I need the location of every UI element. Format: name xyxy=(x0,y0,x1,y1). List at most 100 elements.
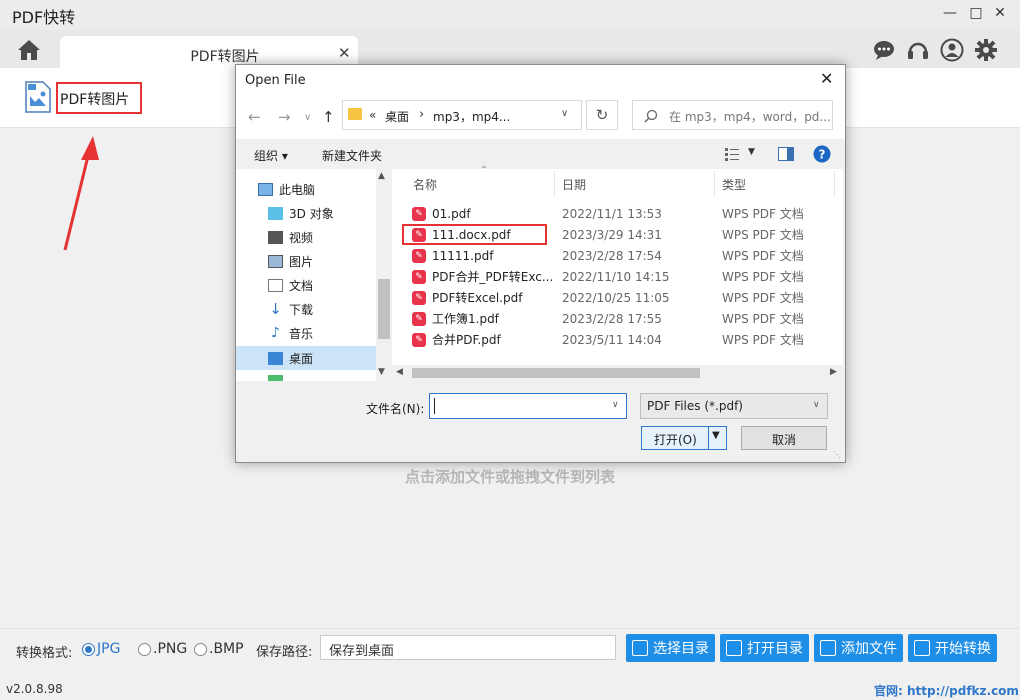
scroll-right-icon[interactable]: ▶ xyxy=(830,367,837,377)
resize-grip-icon[interactable]: ⋱ xyxy=(833,450,841,459)
filename-input[interactable]: ∨ xyxy=(429,393,627,419)
view-dropdown-icon[interactable]: ▼ xyxy=(748,147,755,157)
file-type-filter[interactable]: PDF Files (*.pdf) ∨ xyxy=(640,393,828,419)
pdf-file-icon: ✎ xyxy=(412,206,426,221)
format-radio-png[interactable]: .PNG xyxy=(138,640,187,658)
column-header-type[interactable]: 类型 xyxy=(722,176,746,193)
picture-icon xyxy=(268,254,283,268)
document-icon xyxy=(268,278,283,292)
chat-icon[interactable] xyxy=(872,38,896,62)
preview-pane-icon[interactable] xyxy=(778,147,794,161)
minimize-icon[interactable]: — xyxy=(940,5,960,25)
recent-dropdown-icon[interactable]: ∨ xyxy=(304,112,311,123)
view-mode-icon[interactable] xyxy=(724,147,740,161)
sort-indicator-icon: ⌃ xyxy=(480,165,489,176)
horizontal-scrollbar[interactable]: ◀ ▶ xyxy=(392,365,843,381)
split-dropdown-icon[interactable]: ▼ xyxy=(712,430,720,441)
open-directory-button[interactable]: 打开目录 xyxy=(720,634,809,662)
dialog-title-bar xyxy=(236,65,845,95)
forward-arrow-icon[interactable]: → xyxy=(278,108,291,126)
gear-icon[interactable] xyxy=(974,38,998,62)
format-radio-bmp[interactable]: .BMP xyxy=(194,640,244,658)
pdf-file-icon: ✎ xyxy=(412,311,426,326)
pdf-file-icon: ✎ xyxy=(412,290,426,305)
app-title: PDF快转 xyxy=(12,8,76,27)
cancel-button[interactable]: 取消 xyxy=(741,426,827,450)
column-header-date[interactable]: 日期 xyxy=(562,176,586,193)
refresh-icon[interactable]: ↻ xyxy=(586,100,618,130)
annotation-arrow xyxy=(63,136,99,251)
music-icon: ♪ xyxy=(271,324,280,341)
column-divider xyxy=(834,171,835,197)
file-row[interactable]: ✎ 111.docx.pdf 2023/3/29 14:31 WPS PDF 文档 xyxy=(412,224,852,245)
tab-close-icon[interactable]: ✕ xyxy=(338,44,351,62)
open-button[interactable]: 打开(O) ▼ xyxy=(641,426,727,450)
status-bar xyxy=(0,678,1020,700)
organize-menu[interactable]: 组织 ▾ xyxy=(254,147,288,164)
chevron-down-icon[interactable]: ∨ xyxy=(612,400,619,410)
format-label: 转换格式: xyxy=(16,646,73,661)
format-radio-jpg[interactable]: JPG xyxy=(82,640,120,658)
folder-icon xyxy=(726,640,742,656)
file-row[interactable]: ✎ 工作簿1.pdf 2023/2/28 17:55 WPS PDF 文档 xyxy=(412,308,852,329)
start-convert-button[interactable]: 开始转换 xyxy=(908,634,997,662)
headset-icon[interactable] xyxy=(906,38,930,62)
file-row[interactable]: ✎ PDF转Excel.pdf 2022/10/25 11:05 WPS PDF 文档 xyxy=(412,287,852,308)
column-header-name[interactable]: 名称 xyxy=(413,176,437,193)
add-file-button[interactable]: 添加文件 xyxy=(814,634,903,662)
filename-label: 文件名(N): xyxy=(366,402,425,416)
convert-icon xyxy=(914,640,930,656)
column-divider xyxy=(554,171,555,197)
pdf-file-icon: ✎ xyxy=(412,332,426,347)
file-row[interactable]: ✎ 01.pdf 2022/11/1 13:53 WPS PDF 文档 xyxy=(412,203,852,224)
text-cursor xyxy=(434,398,435,414)
user-icon[interactable] xyxy=(940,38,964,62)
scroll-down-icon[interactable]: ▼ xyxy=(378,367,385,377)
tab-label: PDF转图片 xyxy=(190,49,260,65)
open-file-dialog: Open File ✕ ← → ∨ ↑ « 桌面 › mp3，mp4... ∨ … xyxy=(235,64,846,463)
search-input[interactable]: 在 mp3，mp4，word，pd... xyxy=(632,100,833,130)
file-row[interactable]: ✎ 11111.pdf 2023/2/28 17:54 WPS PDF 文档 xyxy=(412,245,852,266)
pdf-to-image-icon[interactable] xyxy=(24,80,52,114)
pdf-file-icon: ✎ xyxy=(412,248,426,263)
back-arrow-icon[interactable]: ← xyxy=(248,108,261,126)
save-path-input[interactable]: 保存到桌面 xyxy=(320,635,616,660)
dialog-close-icon[interactable]: ✕ xyxy=(820,69,833,88)
maximize-icon[interactable]: □ xyxy=(966,5,986,25)
download-icon: ↓ xyxy=(269,299,282,318)
home-icon[interactable] xyxy=(16,38,42,62)
scroll-up-icon[interactable]: ▲ xyxy=(378,171,385,181)
tool-pdf-to-image[interactable]: PDF转图片 xyxy=(56,82,142,114)
video-icon xyxy=(268,230,283,244)
radio-dot[interactable] xyxy=(138,642,151,656)
radio-dot[interactable] xyxy=(82,642,95,656)
up-arrow-icon[interactable]: ↑ xyxy=(322,108,335,126)
file-row[interactable]: ✎ 合并PDF.pdf 2023/5/11 14:04 WPS PDF 文档 xyxy=(412,329,852,350)
scroll-thumb[interactable] xyxy=(412,368,700,378)
desktop-icon xyxy=(268,351,283,365)
close-icon[interactable]: ✕ xyxy=(990,5,1010,25)
pdf-file-icon: ✎ xyxy=(412,227,426,242)
breadcrumb-folder[interactable]: mp3，mp4... xyxy=(433,108,510,125)
radio-dot[interactable] xyxy=(194,642,207,656)
search-icon xyxy=(644,109,658,123)
breadcrumb-separator: › xyxy=(419,107,425,122)
address-dropdown-icon[interactable]: ∨ xyxy=(561,108,568,119)
help-icon[interactable]: ? xyxy=(813,145,831,163)
tree-scrollbar[interactable]: ▲ ▼ xyxy=(376,169,392,381)
select-directory-button[interactable]: 选择目录 xyxy=(626,634,715,662)
list-icon xyxy=(632,640,648,656)
website-link[interactable]: 官网: http://pdfkz.com xyxy=(874,682,1019,699)
save-path-label: 保存路径: xyxy=(256,645,313,660)
breadcrumb-desktop[interactable]: 桌面 xyxy=(385,108,409,125)
chevron-down-icon: ∨ xyxy=(813,400,820,410)
breadcrumb-chevron: « xyxy=(369,108,377,122)
column-divider xyxy=(714,171,715,197)
svg-text:?: ? xyxy=(819,148,826,162)
file-row[interactable]: ✎ PDF合并_PDF转Exc... 2022/11/10 14:15 WPS PDF… xyxy=(412,266,852,287)
address-bar[interactable]: « 桌面 › mp3，mp4... ∨ xyxy=(342,100,582,130)
scroll-left-icon[interactable]: ◀ xyxy=(396,367,403,377)
scroll-thumb[interactable] xyxy=(378,279,390,339)
new-folder-button[interactable]: 新建文件夹 xyxy=(322,147,382,164)
version-label: v2.0.8.98 xyxy=(6,682,63,696)
